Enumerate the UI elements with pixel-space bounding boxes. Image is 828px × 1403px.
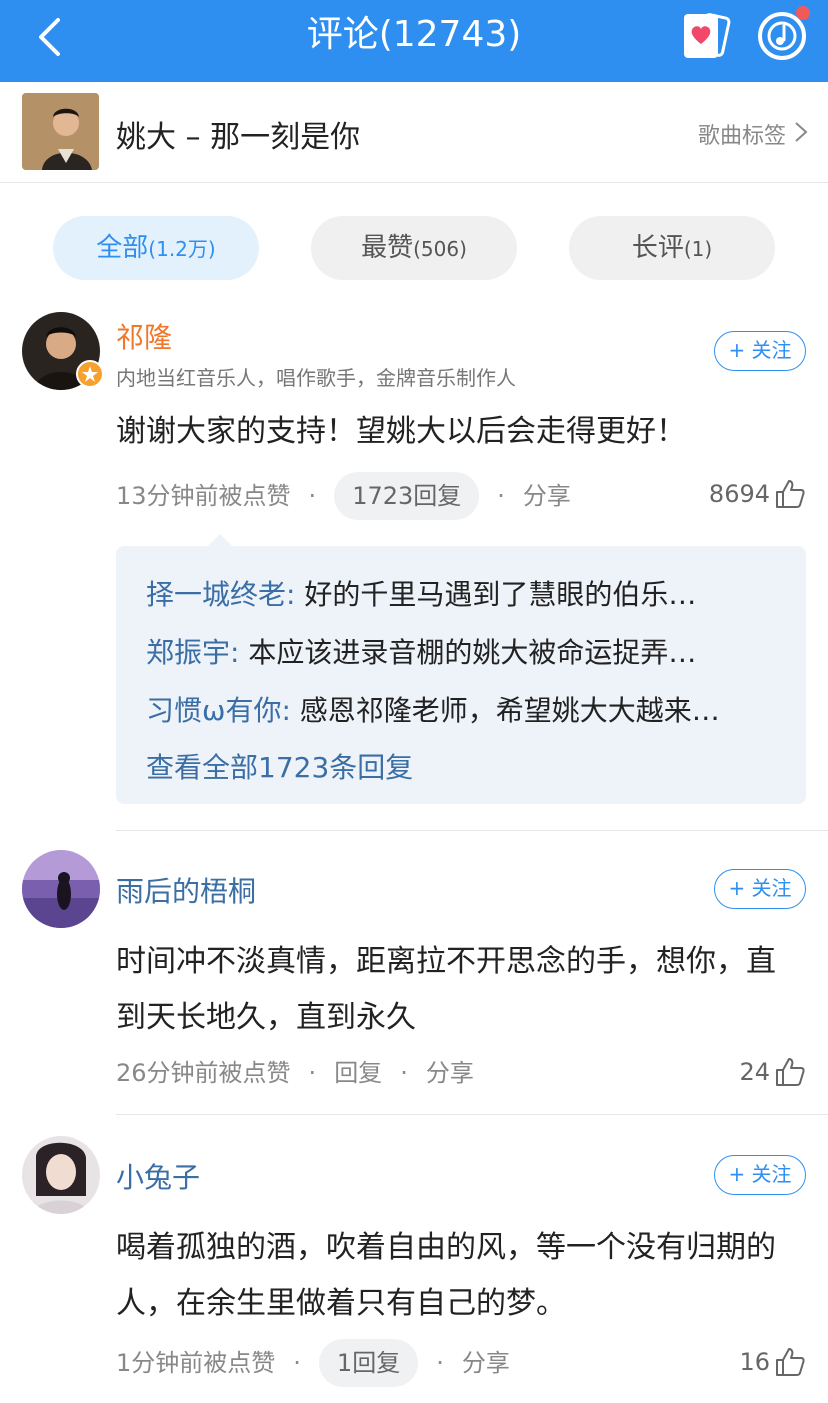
music-player-button[interactable] [754, 4, 814, 64]
heart-cards-icon [684, 13, 731, 58]
share-button[interactable]: 分享 [523, 472, 571, 520]
follow-button[interactable]: + 关注 [714, 1155, 806, 1195]
avatar[interactable] [22, 850, 100, 928]
tab-all[interactable]: 全部(1.2万) [53, 216, 259, 280]
reply-username[interactable]: 择一城终老: [146, 578, 295, 611]
verified-star-badge-icon [76, 360, 104, 388]
chevron-right-icon [794, 121, 808, 149]
reply-preview-box[interactable]: 择一城终老: 好的千里马遇到了慧眼的伯乐… 郑振宇: 本应该进录音棚的姚大被命运… [116, 534, 806, 804]
thumbs-up-icon [776, 1058, 805, 1086]
comment-time: 1分钟前被点赞 [116, 1349, 276, 1377]
reply-button[interactable]: 1回复 [318, 1339, 419, 1387]
comment-time: 13分钟前被点赞 [116, 482, 291, 510]
reply-button[interactable]: 1723回复 [334, 472, 480, 520]
song-info-row[interactable]: 姚大 – 那一刻是你 歌曲标签 [0, 82, 828, 183]
thumbs-up-icon [776, 1348, 805, 1376]
follow-button[interactable]: + 关注 [714, 869, 806, 909]
like-button[interactable]: 16 [739, 1346, 806, 1378]
comment-divider [116, 830, 828, 831]
song-title: 姚大 – 那一刻是你 [116, 120, 361, 155]
like-count: 8694 [708, 480, 770, 508]
like-button[interactable]: 24 [739, 1056, 806, 1088]
like-count: 24 [739, 1058, 770, 1086]
comment-meta: 26分钟前被点赞 · 回复 · 分享 [116, 1049, 474, 1097]
reply-button[interactable]: 回复 [334, 1049, 382, 1097]
comment-meta: 1分钟前被点赞 · 1回复 · 分享 [116, 1339, 510, 1387]
music-note-icon [758, 6, 810, 60]
avatar[interactable] [22, 1136, 100, 1214]
tab-long-label: 长评 [631, 233, 684, 263]
share-button[interactable]: 分享 [426, 1049, 474, 1097]
tab-top-label: 最赞 [361, 233, 414, 263]
reply-username[interactable]: 郑振宇: [146, 636, 239, 669]
reply-text: 本应该进录音棚的姚大被命运捉弄… [239, 636, 697, 669]
thumbs-up-icon [776, 480, 805, 508]
like-button[interactable]: 8694 [709, 478, 806, 510]
tab-long[interactable]: 长评(1) [569, 216, 775, 280]
reply-text: 感恩祁隆老师，希望姚大大越来… [290, 694, 720, 727]
comment-time: 26分钟前被点赞 [116, 1059, 291, 1087]
comment-text: 喝着孤独的酒，吹着自由的风，等一个没有归期的人，在余生里做着只有自己的梦。 [116, 1230, 776, 1321]
comment-text: 时间冲不淡真情，距离拉不开思念的手，想你，直到天长地久，直到永久 [116, 944, 776, 1035]
comment-username[interactable]: 小兔子 [116, 1156, 200, 1196]
reply-username[interactable]: 习惯ω有你: [146, 694, 291, 727]
tab-top[interactable]: 最赞(506) [311, 216, 517, 280]
tab-top-count: (506) [413, 237, 467, 261]
comment-meta: 13分钟前被点赞 · 1723回复 · 分享 [116, 472, 571, 520]
album-cover[interactable] [22, 93, 99, 170]
view-all-replies-link[interactable]: 查看全部1723条回复 [146, 740, 776, 796]
comment-username[interactable]: 祁隆 [116, 316, 172, 356]
tab-all-count: (1.2万) [148, 237, 216, 261]
reply-item[interactable]: 习惯ω有你: 感恩祁隆老师，希望姚大大越来… [146, 682, 776, 740]
share-button[interactable]: 分享 [462, 1339, 510, 1387]
comment-user-bio: 内地当红音乐人，唱作歌手，金牌音乐制作人 [116, 366, 516, 390]
reply-item[interactable]: 郑振宇: 本应该进录音棚的姚大被命运捉弄… [146, 624, 776, 682]
comment-text: 谢谢大家的支持！望姚大以后会走得更好！ [116, 414, 686, 449]
comment-divider [116, 1114, 828, 1115]
comment-username[interactable]: 雨后的梧桐 [116, 870, 256, 910]
reply-item[interactable]: 择一城终老: 好的千里马遇到了慧眼的伯乐… [146, 566, 776, 624]
like-count: 16 [739, 1348, 770, 1376]
top-bar: 评论(12743) [0, 0, 828, 82]
tab-long-count: (1) [683, 237, 713, 261]
reply-text: 好的千里马遇到了慧眼的伯乐… [295, 578, 697, 611]
song-tag-label: 歌曲标签 [697, 124, 786, 149]
follow-button[interactable]: + 关注 [714, 331, 806, 371]
song-tag-link[interactable]: 歌曲标签 [698, 118, 808, 150]
tab-all-label: 全部 [96, 233, 149, 263]
song-cards-button[interactable] [680, 10, 732, 62]
